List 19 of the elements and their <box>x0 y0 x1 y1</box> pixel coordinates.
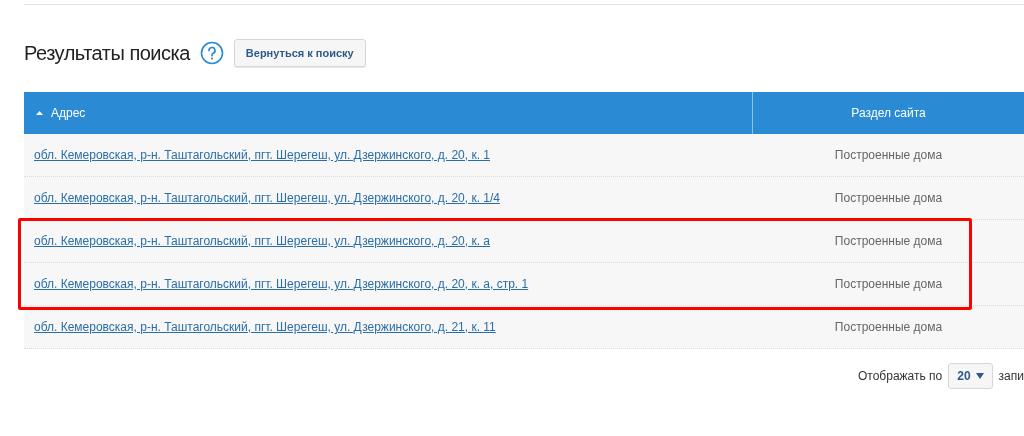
page-title: Результаты поиска <box>24 41 190 66</box>
page-size-label: Отображать по <box>857 368 943 385</box>
section-cell-text: Построенные дома <box>834 319 943 336</box>
back-to-search-button[interactable]: Вернуться к поиску <box>233 39 366 67</box>
address-link[interactable]: обл. Кемеровская, р-н. Таштагольский, пгт. Шерегеш, ул. Дзержинского, д. 20, к. 1 <box>34 146 490 164</box>
page-size-suffix: запи <box>998 368 1024 385</box>
address-link[interactable]: обл. Кемеровская, р-н. Таштагольский, пгт. Шерегеш, ул. Дзержинского, д. 20, к. 1/4 <box>34 189 500 207</box>
address-link[interactable]: обл. Кемеровская, р-н. Таштагольский, пгт. Шерегеш, ул. Дзержинского, д. 20, к. а <box>34 232 490 250</box>
section-cell-text: Построенные дома <box>834 233 943 250</box>
dropdown-caret-icon <box>975 373 984 379</box>
section-cell-text: Построенные дома <box>834 190 943 207</box>
address-link[interactable]: обл. Кемеровская, р-н. Таштагольский, пгт. Шерегеш, ул. Дзержинского, д. 20, к. а, стр. 1 <box>34 275 529 293</box>
help-icon[interactable] <box>199 41 224 65</box>
column-header[interactable]: Раздел сайта <box>753 92 1024 134</box>
page-size-select[interactable]: 20 <box>948 363 993 389</box>
address-link[interactable]: обл. Кемеровская, р-н. Таштагольский, пгт. Шерегеш, ул. Дзержинского, д. 21, к. 11 <box>34 318 496 336</box>
section-cell-text: Построенные дома <box>834 147 943 164</box>
section-cell-text: Построенные дома <box>834 276 943 293</box>
sort-ascending-icon <box>36 111 43 115</box>
